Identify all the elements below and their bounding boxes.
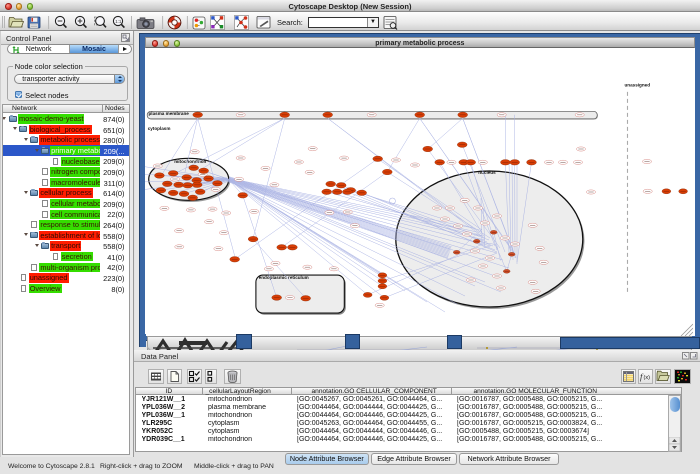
svg-text:(x): (x) [644, 375, 651, 381]
svg-text:plasma membrane: plasma membrane [149, 111, 190, 116]
svg-text:1:1: 1:1 [115, 19, 122, 24]
svg-text:nucleus: nucleus [478, 170, 496, 175]
svg-text:endoplasmic reticulum: endoplasmic reticulum [259, 275, 309, 280]
svg-text:cytoplasm: cytoplasm [148, 126, 171, 131]
svg-text:unassigned: unassigned [625, 83, 651, 88]
